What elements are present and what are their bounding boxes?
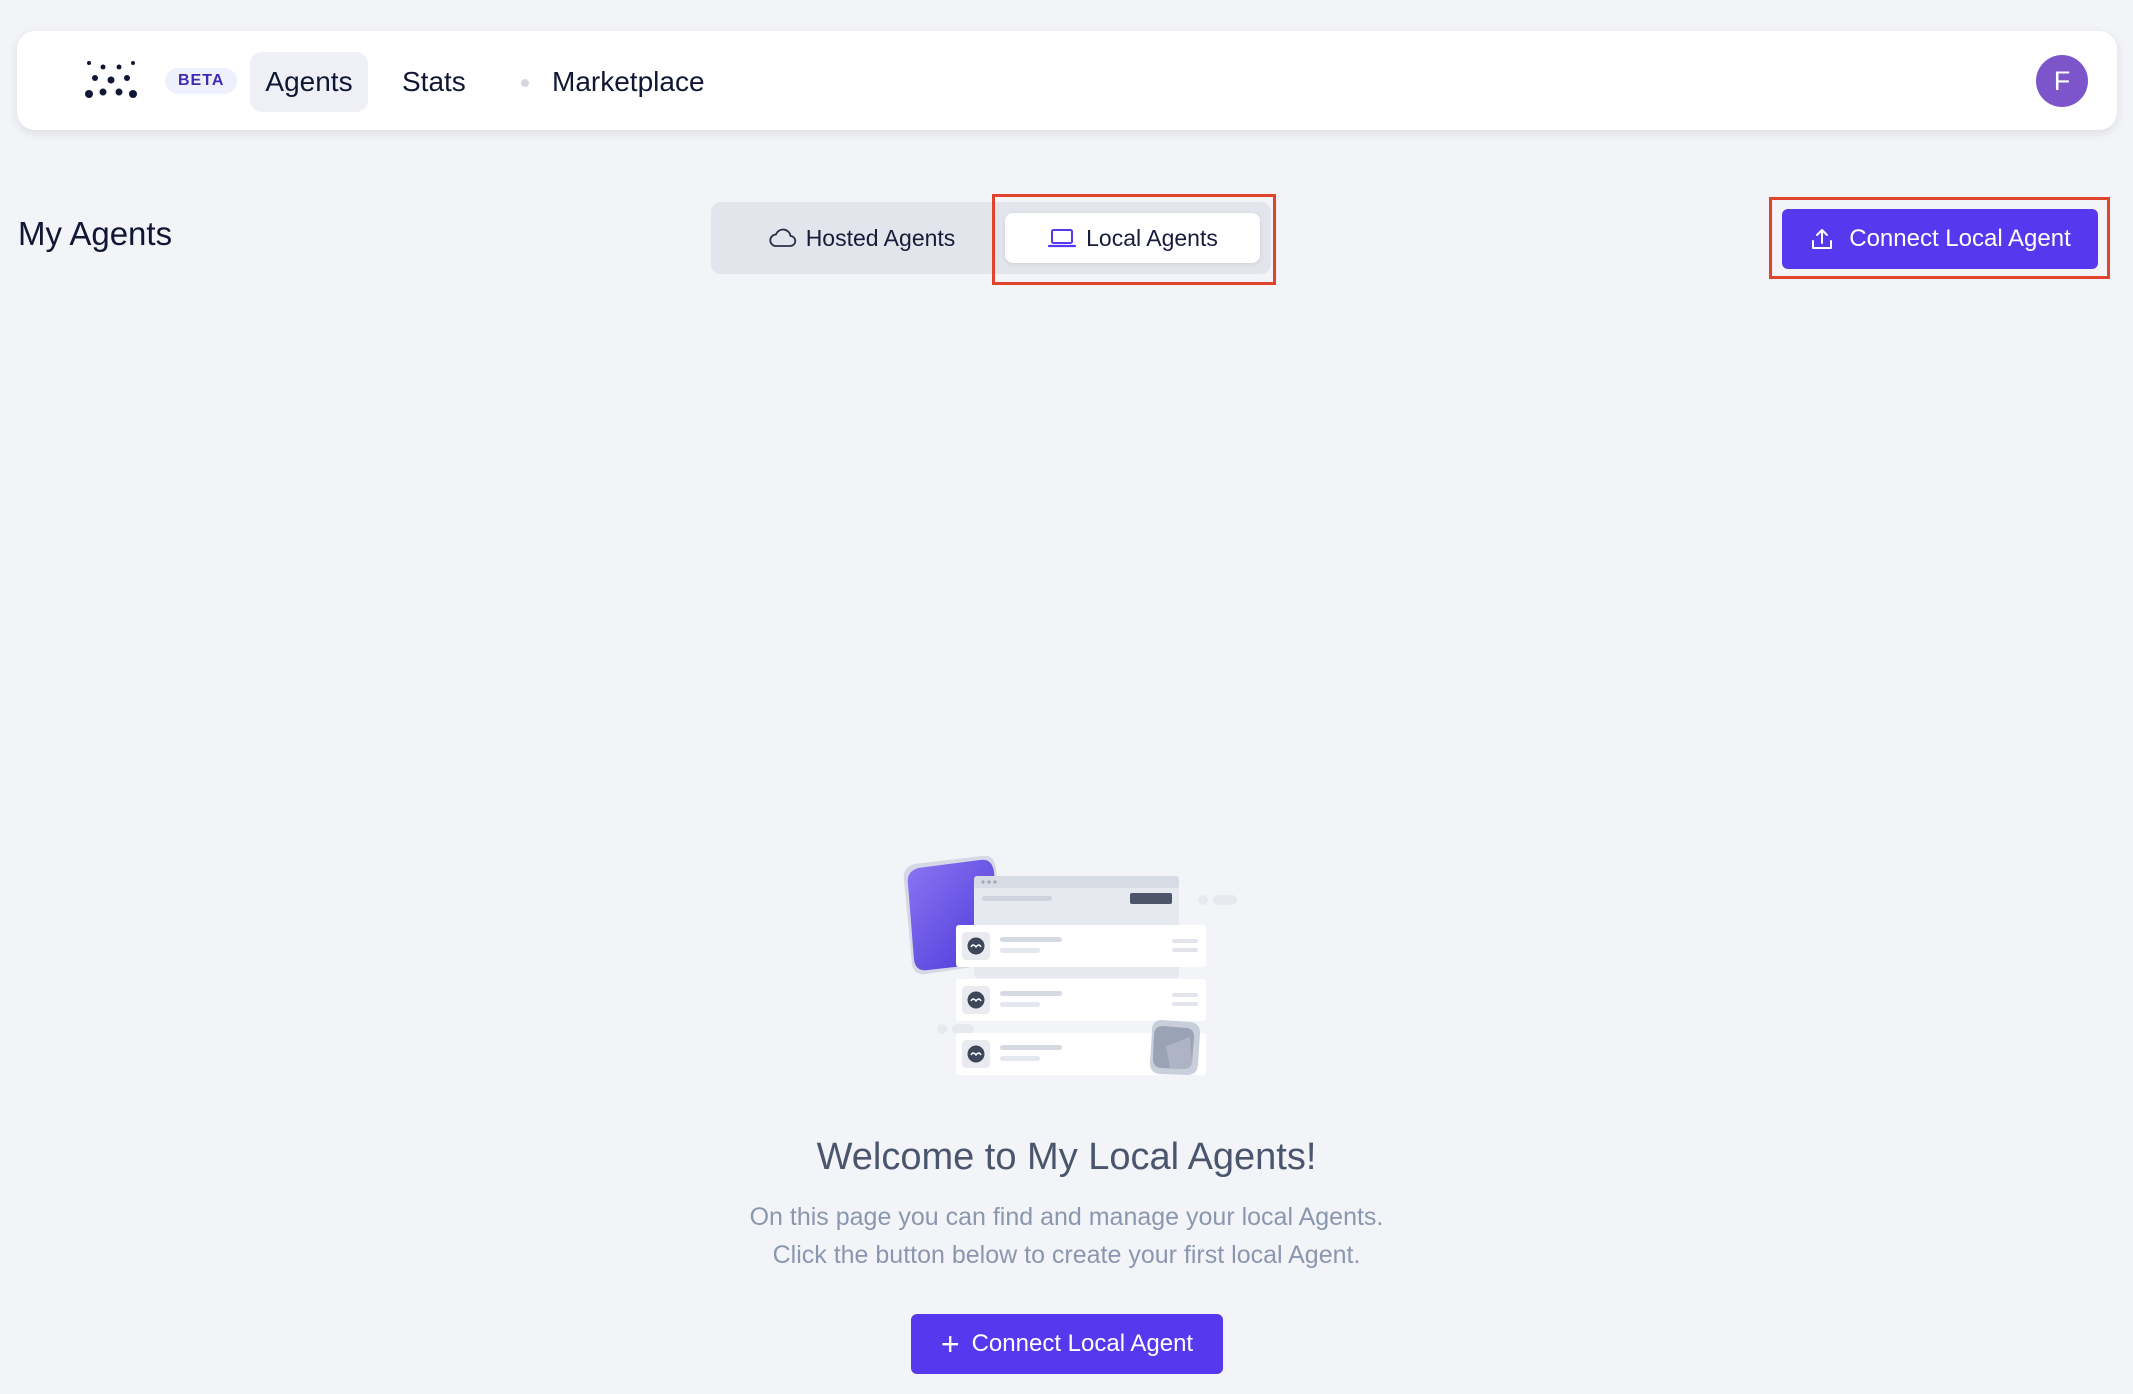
empty-state-description-line1: On this page you can find and manage you… [749, 1203, 1384, 1231]
nav-marketplace[interactable]: Marketplace [552, 52, 705, 112]
empty-state-illustration [903, 855, 1237, 1075]
page-title: My Agents [18, 215, 173, 252]
highlight-box-connect-button [1769, 197, 2110, 279]
cloud-icon [769, 228, 796, 247]
beta-badge: BETA [165, 68, 238, 94]
nav-agents[interactable]: Agents [250, 52, 368, 112]
tab-hosted-label: Hosted Agents [805, 224, 956, 251]
nav-separator-dot [521, 79, 529, 87]
user-avatar[interactable]: F [2036, 55, 2088, 107]
connect-local-agent-empty-label: Connect Local Agent [971, 1330, 1194, 1357]
plus-icon: + [940, 1326, 960, 1362]
tab-hosted-agents[interactable]: Hosted Agents [723, 213, 999, 263]
empty-state-description-line2: Click the button below to create your fi… [772, 1241, 1361, 1269]
nav-stats[interactable]: Stats [402, 52, 466, 112]
top-navbar: BETA Agents Stats Marketplace F [17, 31, 2117, 130]
highlight-box-local-tab [992, 194, 1276, 285]
connect-local-agent-button-empty-state[interactable]: + Connect Local Agent [911, 1314, 1223, 1374]
empty-state-title: Welcome to My Local Agents! [816, 1136, 1317, 1178]
app-logo[interactable] [81, 56, 141, 106]
